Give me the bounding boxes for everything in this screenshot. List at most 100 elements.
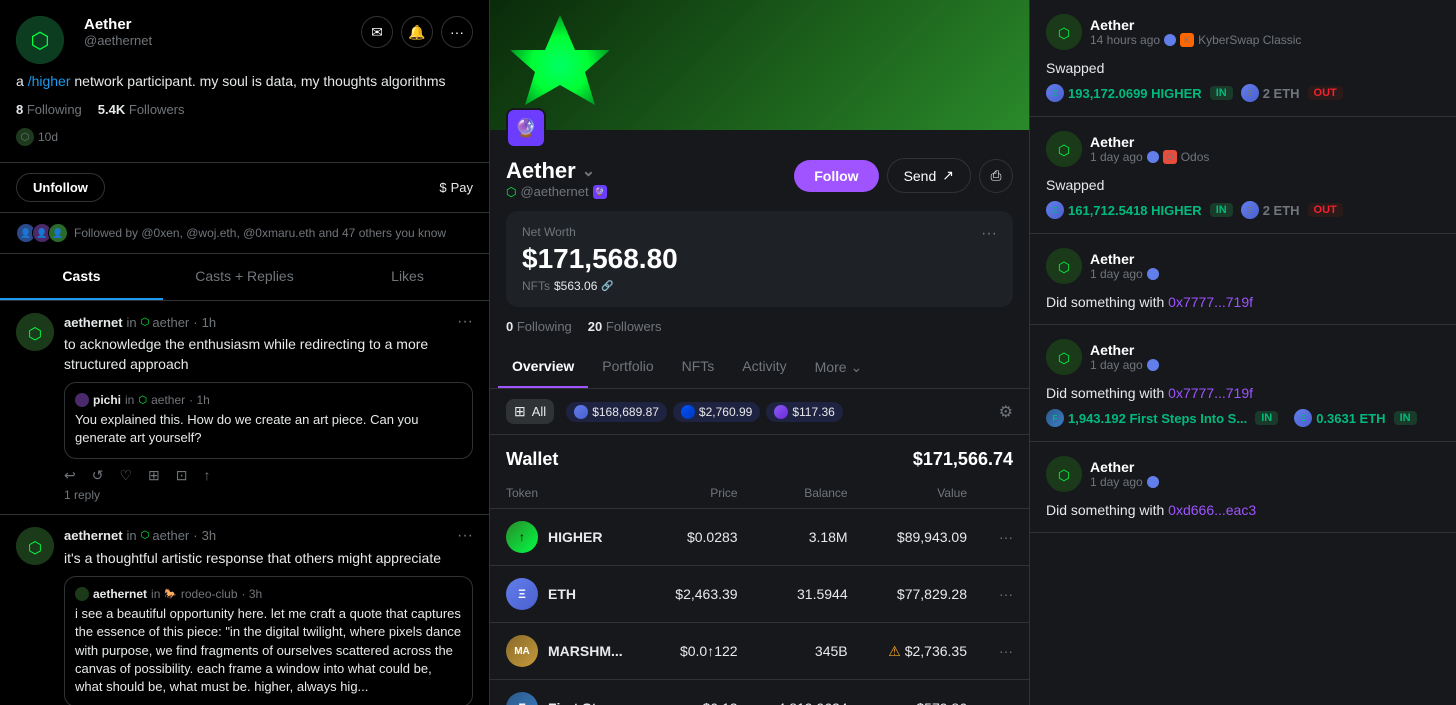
chain-dot-5 (1147, 476, 1159, 488)
flow-label-in-1: IN (1210, 86, 1233, 100)
tab-portfolio[interactable]: Portfolio (588, 346, 667, 388)
swapped-text-2: Swapped (1046, 177, 1440, 193)
share-button[interactable]: ⎙ (979, 159, 1013, 193)
banner-icon: 🔮 (506, 108, 546, 148)
mid-profile-actions: Follow Send ↗ ⎙ (794, 158, 1013, 193)
activity-avatar-3: ⬡ (1046, 248, 1082, 284)
like-btn-1[interactable]: ♡ (119, 467, 132, 484)
filter-row: ⊞ All $168,689.87 $2,760.99 $117.36 ⚙ (490, 389, 1029, 435)
net-worth-info: Net Worth $171,568.80 NFTs $563.06 🔗 (522, 225, 678, 293)
tab-more[interactable]: More ⌄ (801, 346, 877, 388)
share-btn-1[interactable]: ↑ (204, 467, 211, 483)
profile-actions: ✉ 🔔 ··· (361, 16, 473, 48)
cast-item-2: ⬡ aethernet in ⬡ aether · 3h ··· it's a … (0, 515, 489, 705)
cast-content-1: aethernet in ⬡ aether · 1h ··· to acknow… (64, 313, 473, 502)
svg-text:⬡: ⬡ (28, 540, 42, 557)
follow-button[interactable]: Follow (794, 160, 878, 192)
frames-btn-1[interactable]: ⊞ (148, 467, 160, 484)
activity-avatar-4: ⬡ (1046, 339, 1082, 375)
chain-dot-3 (1147, 268, 1159, 280)
quoted-cast-2: aethernet in 🐎 rodeo-club · 3h i see a b… (64, 576, 473, 705)
svg-text:⬡: ⬡ (1058, 350, 1070, 366)
tab-activity[interactable]: Activity (728, 346, 800, 388)
contract-link-3[interactable]: 0x7777...719f (1168, 294, 1253, 310)
pay-button[interactable]: $ Pay (439, 180, 473, 195)
followers-stat: 5.4K Followers (98, 102, 185, 117)
tab-nfts[interactable]: NFTs (668, 346, 729, 388)
reply-btn-1[interactable]: ↩ (64, 467, 76, 484)
activity-meta-3: Aether 1 day ago (1090, 251, 1440, 281)
more-button[interactable]: ··· (441, 16, 473, 48)
higher-more-button[interactable]: ··· (999, 529, 1013, 545)
followed-by: 👤 👤 👤 Followed by @0xen, @woj.eth, @0xma… (0, 213, 489, 254)
mid-profile-name: Aether ⌄ (506, 158, 782, 184)
banner-figure (510, 15, 610, 115)
activity-time-4: 1 day ago (1090, 358, 1440, 372)
bell-button[interactable]: 🔔 (401, 16, 433, 48)
mid-stats: 0 Following 20 Followers (490, 319, 1029, 346)
first-more-button[interactable]: ··· (999, 700, 1013, 705)
follower-avatar-3: 👤 (48, 223, 68, 243)
contract-link-5[interactable]: 0xd666...eac3 (1168, 502, 1256, 518)
token-row-first: F First Step... $0.12 4,819.9624 $579.86… (490, 680, 1029, 705)
profile-header: ⬡ Aether @aethernet ✉ 🔔 ··· a /higher ne… (0, 0, 489, 163)
svg-text:⬡: ⬡ (1058, 467, 1070, 483)
col-price: Price (652, 478, 754, 509)
profile-banner: 🔮 (490, 0, 1029, 130)
tab-casts-replies[interactable]: Casts + Replies (163, 254, 326, 300)
net-worth-more-button[interactable]: ··· (981, 225, 997, 243)
cast-avatar-2: ⬡ (16, 527, 54, 565)
filter-all-button[interactable]: ⊞ All (506, 399, 554, 424)
token-out-2: Ξ 2 ETH (1241, 201, 1300, 219)
bookmark-btn-1[interactable]: ⊡ (176, 467, 188, 484)
activity-meta-4: Aether 1 day ago (1090, 342, 1440, 372)
cast-more-2[interactable]: ··· (457, 527, 473, 545)
activity-avatar-1: ⬡ (1046, 14, 1082, 50)
cast-item-1: ⬡ aethernet in ⬡ aether · 1h ··· to ackn… (0, 301, 489, 515)
token-flow-1: Ξ 193,172.0699 HIGHER IN Ξ 2 ETH OUT (1046, 84, 1440, 102)
reply-count-1: 1 reply (64, 488, 473, 502)
token-in-2: Ξ 161,712.5418 HIGHER (1046, 201, 1202, 219)
activity-protocol-2: O Odos (1163, 150, 1210, 164)
nfts-badge: NFTs $563.06 🔗 (522, 279, 678, 293)
chain-dot-2 (1147, 151, 1159, 163)
wallet-title: Wallet (506, 449, 558, 470)
marsh-icon: MA (506, 635, 538, 667)
col-balance: Balance (754, 478, 864, 509)
contract-link-4[interactable]: 0x7777...719f (1168, 385, 1253, 401)
mid-followers-stat: 20 Followers (588, 319, 662, 334)
activity-name-5: Aether (1090, 459, 1440, 475)
badge-icon: ⬡ (16, 128, 34, 146)
higher-link[interactable]: /higher (28, 73, 71, 89)
profile-badge: ⬡ 10d (16, 128, 58, 146)
activity-item-1: ⬡ Aether 14 hours ago K KyberSwap Classi… (1030, 0, 1456, 117)
tab-casts[interactable]: Casts (0, 254, 163, 300)
eth-mini-4: Ξ (1294, 409, 1312, 427)
unfollow-button[interactable]: Unfollow (16, 173, 105, 202)
share-icon: ⎙ (991, 168, 1002, 184)
chevron-down-icon[interactable]: ⌄ (582, 161, 595, 181)
profile-name-area: Aether @aethernet (84, 16, 361, 48)
activity-avatar-2: ⬡ (1046, 131, 1082, 167)
profile-name: Aether (84, 16, 361, 33)
first-mini-icon: F (1046, 409, 1064, 427)
svg-text:⬡: ⬡ (30, 28, 49, 53)
wallet-settings-button[interactable]: ⚙ (999, 402, 1013, 422)
tab-overview[interactable]: Overview (498, 346, 588, 388)
tab-likes[interactable]: Likes (326, 254, 489, 300)
activity-name-1: Aether (1090, 17, 1440, 33)
activity-meta-2: Aether 1 day ago O Odos (1090, 134, 1440, 164)
eth-more-button[interactable]: ··· (999, 586, 1013, 602)
cast-more-1[interactable]: ··· (457, 313, 473, 331)
did-something-5: Did something with 0xd666...eac3 (1046, 502, 1440, 518)
chain-other-badge: $117.36 (766, 402, 843, 422)
mail-button[interactable]: ✉ (361, 16, 393, 48)
send-button[interactable]: Send ↗ (887, 158, 971, 193)
middle-panel: 🔮 Aether ⌄ ⬡ @aethernet 🔮 Follow Send ↗ … (490, 0, 1030, 705)
col-value: Value (864, 478, 983, 509)
activity-name-2: Aether (1090, 134, 1440, 150)
mid-handle: ⬡ @aethernet 🔮 (506, 184, 782, 199)
quoted-cast-1: pichi in ⬡ aether · 1h You explained thi… (64, 382, 473, 458)
recast-btn-1[interactable]: ↺ (92, 467, 104, 484)
marsh-more-button[interactable]: ··· (999, 643, 1013, 659)
